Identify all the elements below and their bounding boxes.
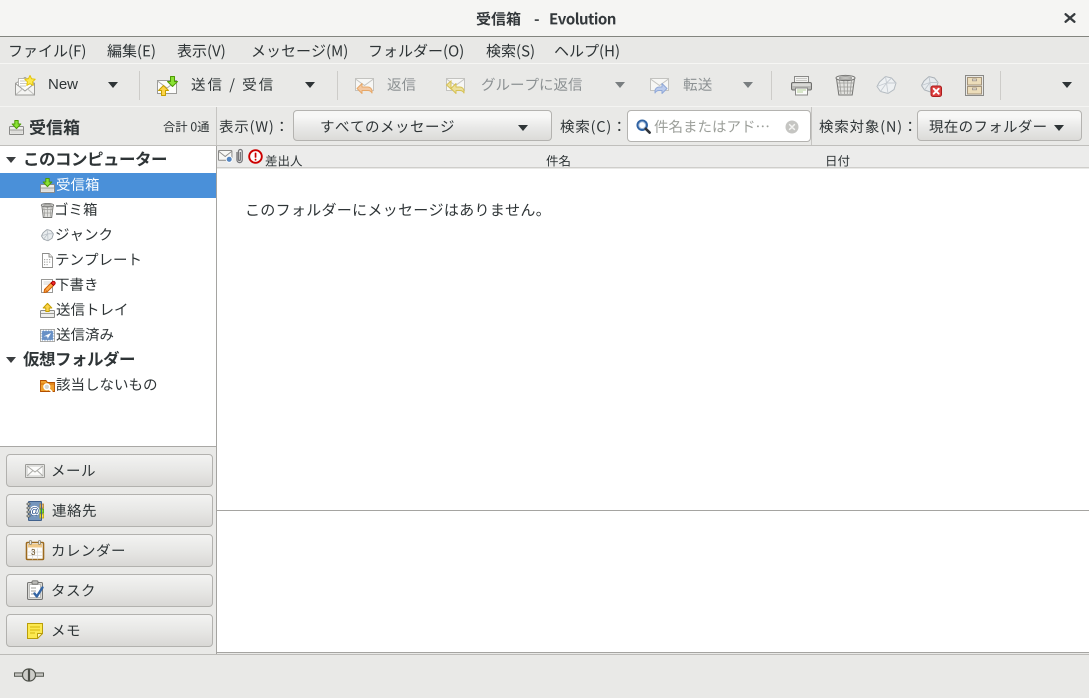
- svg-text:3: 3: [31, 548, 36, 557]
- svg-text:@: @: [29, 506, 39, 517]
